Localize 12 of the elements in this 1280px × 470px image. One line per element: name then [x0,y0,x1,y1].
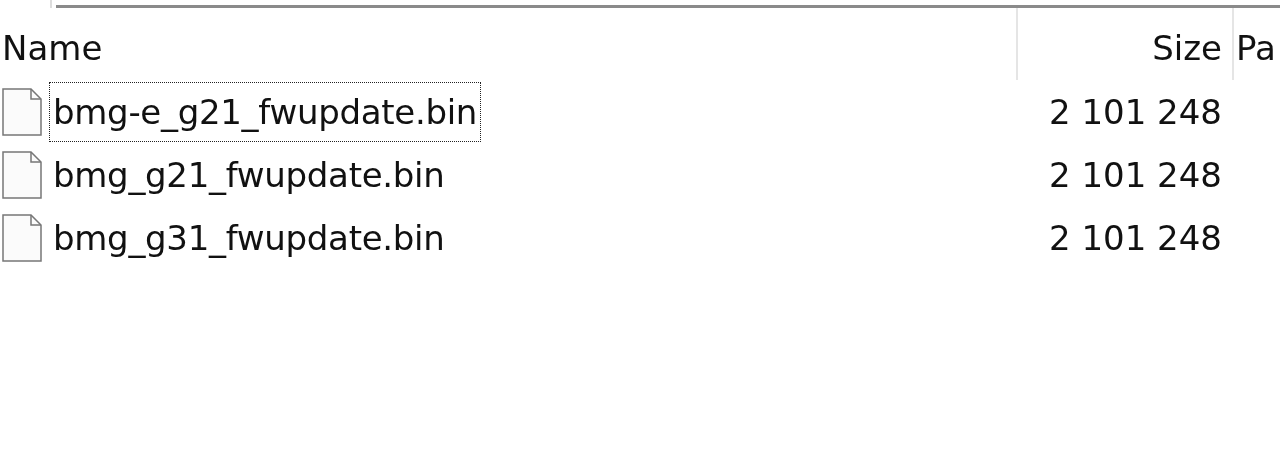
file-icon [2,150,42,199]
file-name[interactable]: bmg_g21_fwupdate.bin [50,145,448,204]
column-header[interactable]: Pa [1234,8,1280,80]
file-size: 2 101 248 [1047,90,1223,134]
column-header[interactable]: Size [1018,8,1234,80]
file-size: 2 101 248 [1047,153,1223,197]
file-name[interactable]: bmg_g31_fwupdate.bin [50,208,448,267]
file-name[interactable]: bmg-e_g21_fwupdate.bin [50,82,481,141]
file-icon [2,213,42,262]
column-header[interactable]: Name [0,8,1018,80]
file-icon [2,87,42,136]
file-size: 2 101 248 [1047,216,1223,260]
